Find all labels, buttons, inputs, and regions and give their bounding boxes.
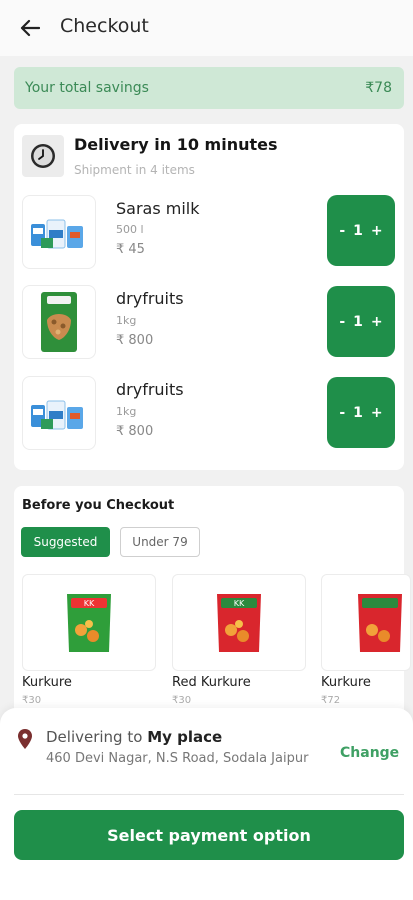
kurkure-product-image[interactable]: [321, 574, 411, 671]
decrement-button[interactable]: -: [339, 223, 345, 239]
decrement-button[interactable]: -: [339, 314, 345, 330]
address-place: My place: [147, 728, 223, 746]
item-name: Saras milk: [116, 199, 200, 218]
product-name: Red Kurkure: [172, 675, 251, 690]
item-quantity: 1kg: [116, 314, 137, 327]
shipment-count: Shipment in 4 items: [74, 163, 195, 177]
product-name: Kurkure: [22, 675, 72, 690]
change-address-link[interactable]: Change: [340, 745, 399, 761]
item-quantity: 1kg: [116, 405, 137, 418]
item-name: dryfruits: [116, 289, 184, 308]
milk-product-image[interactable]: [22, 195, 96, 269]
delivery-title: Delivery in 10 minutes: [74, 135, 278, 154]
red-kurkure-product-image[interactable]: KK: [172, 574, 306, 671]
quantity-stepper[interactable]: - 1 +: [327, 286, 395, 357]
product-price: ₹30: [172, 695, 192, 706]
divider: [14, 794, 404, 795]
quantity-value: 1: [353, 222, 363, 239]
item-name: dryfruits: [116, 380, 184, 399]
svg-text:KK: KK: [84, 599, 95, 608]
page-title: Checkout: [60, 15, 149, 37]
checkout-footer: Delivering to My place 460 Devi Nagar, N…: [0, 708, 413, 900]
tab-under-79[interactable]: Under 79: [120, 527, 200, 557]
quantity-value: 1: [353, 313, 363, 330]
clock-icon: [22, 135, 64, 177]
dryfruits-product-image[interactable]: [22, 285, 96, 359]
product-price: ₹72: [321, 695, 341, 706]
savings-banner: Your total savings ₹78: [14, 67, 404, 109]
increment-button[interactable]: +: [371, 314, 383, 330]
section-title: Before you Checkout: [22, 498, 175, 513]
delivery-card: Delivery in 10 minutes Shipment in 4 ite…: [14, 124, 404, 470]
delivering-to-label: Delivering to My place: [46, 728, 222, 746]
increment-button[interactable]: +: [371, 223, 383, 239]
back-arrow-icon[interactable]: [16, 14, 44, 42]
item-quantity: 500 l: [116, 223, 144, 236]
savings-amount: ₹78: [365, 80, 392, 96]
item-price: ₹ 800: [116, 333, 154, 348]
decrement-button[interactable]: -: [339, 405, 345, 421]
savings-label: Your total savings: [25, 80, 149, 96]
delivering-prefix: Delivering to: [46, 728, 143, 746]
product-price: ₹30: [22, 695, 42, 706]
quantity-value: 1: [353, 404, 363, 421]
header-bar: Checkout: [0, 0, 413, 56]
svg-text:KK: KK: [234, 599, 245, 608]
tab-suggested[interactable]: Suggested: [21, 527, 110, 557]
before-checkout-section: Before you Checkout Suggested Under 79 K…: [14, 486, 411, 726]
product-name: Kurkure: [321, 675, 371, 690]
increment-button[interactable]: +: [371, 405, 383, 421]
kurkure-product-image[interactable]: KK: [22, 574, 156, 671]
quantity-stepper[interactable]: - 1 +: [327, 195, 395, 266]
location-pin-icon: [17, 728, 33, 754]
address-line: 460 Devi Nagar, N.S Road, Sodala Jaipur: [46, 751, 309, 766]
dryfruits-product-image[interactable]: [22, 376, 96, 450]
select-payment-button[interactable]: Select payment option: [14, 810, 404, 860]
quantity-stepper[interactable]: - 1 +: [327, 377, 395, 448]
item-price: ₹ 45: [116, 242, 145, 257]
item-price: ₹ 800: [116, 424, 154, 439]
